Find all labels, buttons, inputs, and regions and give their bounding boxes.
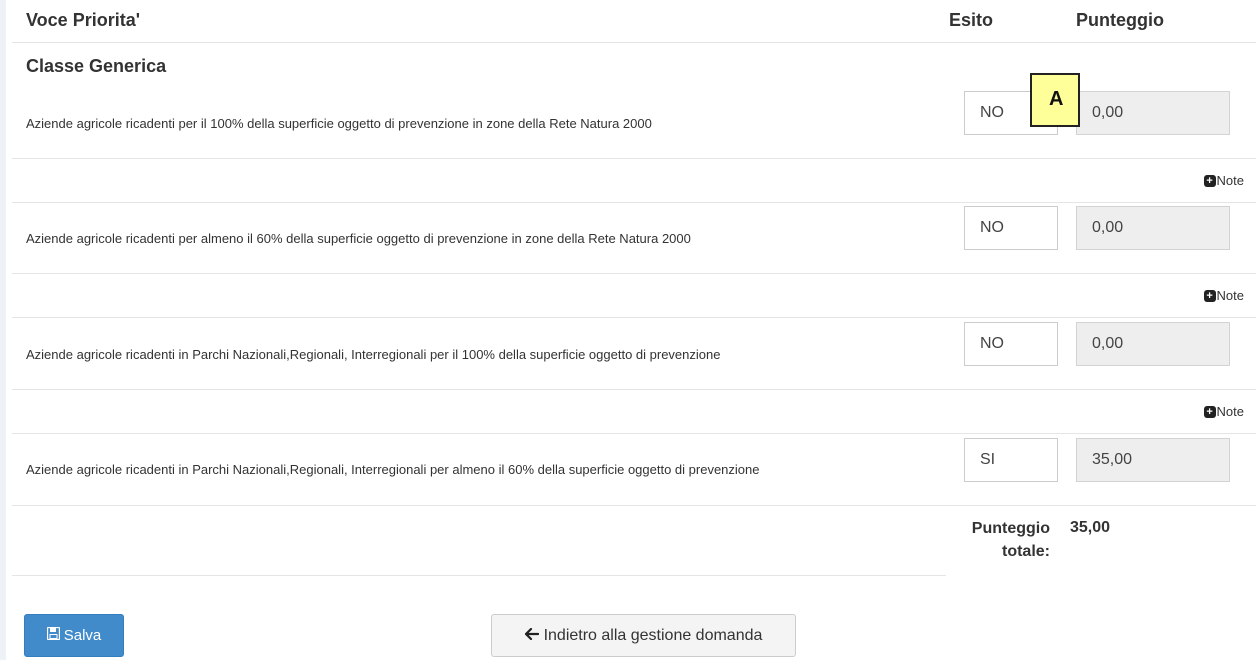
row-2-note-button[interactable]: + Note (1203, 288, 1244, 303)
plus-square-icon: + (1203, 405, 1216, 418)
floppy-disk-icon (46, 626, 60, 644)
row-divider (12, 433, 1256, 434)
total-value: 35,00 (1070, 519, 1111, 536)
header-punteggio: Punteggio (1076, 10, 1164, 30)
row-2-label: Aziende agricole ricadenti per almeno il… (26, 231, 691, 246)
total-label: Punteggio totale: (948, 517, 1050, 563)
row-3-esito-field[interactable]: NO (964, 322, 1058, 366)
row-4-label: Aziende agricole ricadenti in Parchi Naz… (26, 462, 760, 477)
row-2-punteggio-field: 0,00 (1076, 206, 1230, 250)
arrow-left-icon (524, 627, 539, 645)
note-label: Note (1216, 404, 1244, 419)
row-4-esito-field[interactable]: SI (964, 438, 1058, 482)
row-divider (12, 158, 1256, 159)
total-divider (12, 575, 946, 576)
save-button-label: Salva (63, 627, 102, 644)
row-4-punteggio-field: 35,00 (1076, 438, 1230, 482)
row-divider (12, 505, 1256, 506)
total-label-line1: Punteggio (971, 520, 1050, 537)
header-divider (12, 42, 1256, 43)
save-button[interactable]: Salva (24, 614, 124, 657)
row-3-label: Aziende agricole ricadenti in Parchi Naz… (26, 347, 721, 362)
back-button-label: Indietro alla gestione domanda (543, 626, 763, 644)
header-esito: Esito (949, 10, 994, 30)
note-label: Note (1216, 173, 1244, 188)
annotation-marker-a: A (1030, 73, 1080, 127)
plus-square-icon: + (1203, 289, 1216, 302)
row-divider (12, 202, 1256, 203)
row-divider (12, 389, 1256, 390)
row-1-punteggio-field: 0,00 (1076, 91, 1230, 135)
total-label-line2: totale: (1002, 543, 1050, 560)
section-title: Classe Generica (26, 56, 167, 76)
row-1-note-button[interactable]: + Note (1203, 173, 1244, 188)
row-1-label: Aziende agricole ricadenti per il 100% d… (26, 116, 652, 131)
plus-square-icon: + (1203, 174, 1216, 187)
row-2-esito-field[interactable]: NO (964, 206, 1058, 250)
header-voce-priorita: Voce Priorita' (26, 10, 140, 30)
note-label: Note (1216, 288, 1244, 303)
row-3-punteggio-field: 0,00 (1076, 322, 1230, 366)
row-3-note-button[interactable]: + Note (1203, 404, 1244, 419)
row-divider (12, 273, 1256, 274)
back-to-application-button[interactable]: Indietro alla gestione domanda (491, 614, 796, 657)
row-divider (12, 317, 1256, 318)
left-border-strip (0, 0, 6, 660)
annotation-marker-label: A (1049, 88, 1064, 110)
